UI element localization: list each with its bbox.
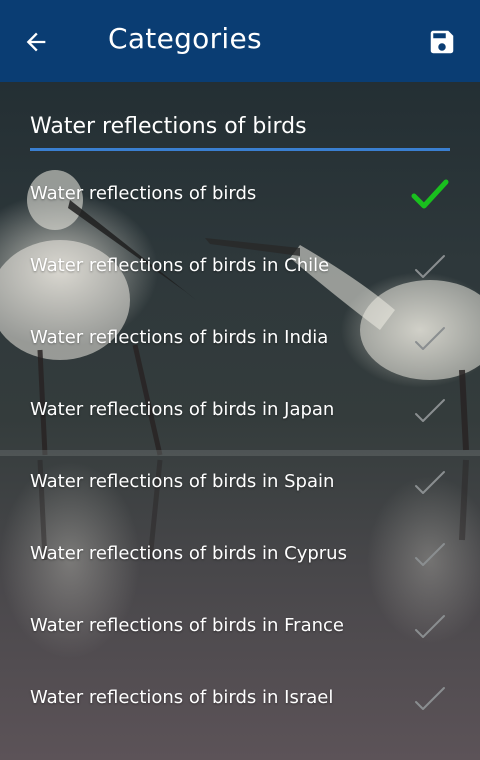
list-item[interactable]: Water reflections of birds in India (0, 302, 480, 374)
save-button[interactable] (420, 20, 464, 64)
checkmark-icon[interactable] (410, 466, 450, 500)
category-label: Water reflections of birds in Spain (30, 471, 335, 492)
list-item[interactable]: Water reflections of birds in Spain (0, 446, 480, 518)
list-item[interactable]: Water reflections of birds in Israel (0, 662, 480, 734)
list-item[interactable]: Water reflections of birds in France (0, 590, 480, 662)
list-item[interactable]: Water reflections of birds (0, 158, 480, 230)
category-label: Water reflections of birds in Israel (30, 687, 334, 708)
category-label: Water reflections of birds in India (30, 327, 329, 348)
checkmark-icon[interactable] (410, 394, 450, 428)
search-input[interactable] (30, 108, 450, 144)
category-list: Water reflections of birds Water reflect… (0, 158, 480, 734)
category-label: Water reflections of birds (30, 183, 257, 204)
checkmark-icon[interactable] (410, 682, 450, 716)
category-label: Water reflections of birds in Cyprus (30, 543, 347, 564)
checkmark-icon[interactable] (410, 178, 450, 212)
checkmark-icon[interactable] (410, 538, 450, 572)
back-button[interactable] (14, 20, 58, 64)
list-item[interactable]: Water reflections of birds in Japan (0, 374, 480, 446)
arrow-left-icon (26, 32, 46, 52)
app-bar: Categories (0, 0, 480, 82)
list-item[interactable]: Water reflections of birds in Chile (0, 230, 480, 302)
floppy-disk-icon (430, 30, 454, 54)
page-title: Categories (108, 22, 262, 55)
checkmark-icon[interactable] (410, 610, 450, 644)
category-label: Water reflections of birds in France (30, 615, 344, 636)
category-label: Water reflections of birds in Chile (30, 255, 330, 276)
search-field[interactable] (30, 108, 450, 151)
list-item[interactable]: Water reflections of birds in Cyprus (0, 518, 480, 590)
checkmark-icon[interactable] (410, 250, 450, 284)
checkmark-icon[interactable] (410, 322, 450, 356)
category-label: Water reflections of birds in Japan (30, 399, 335, 420)
